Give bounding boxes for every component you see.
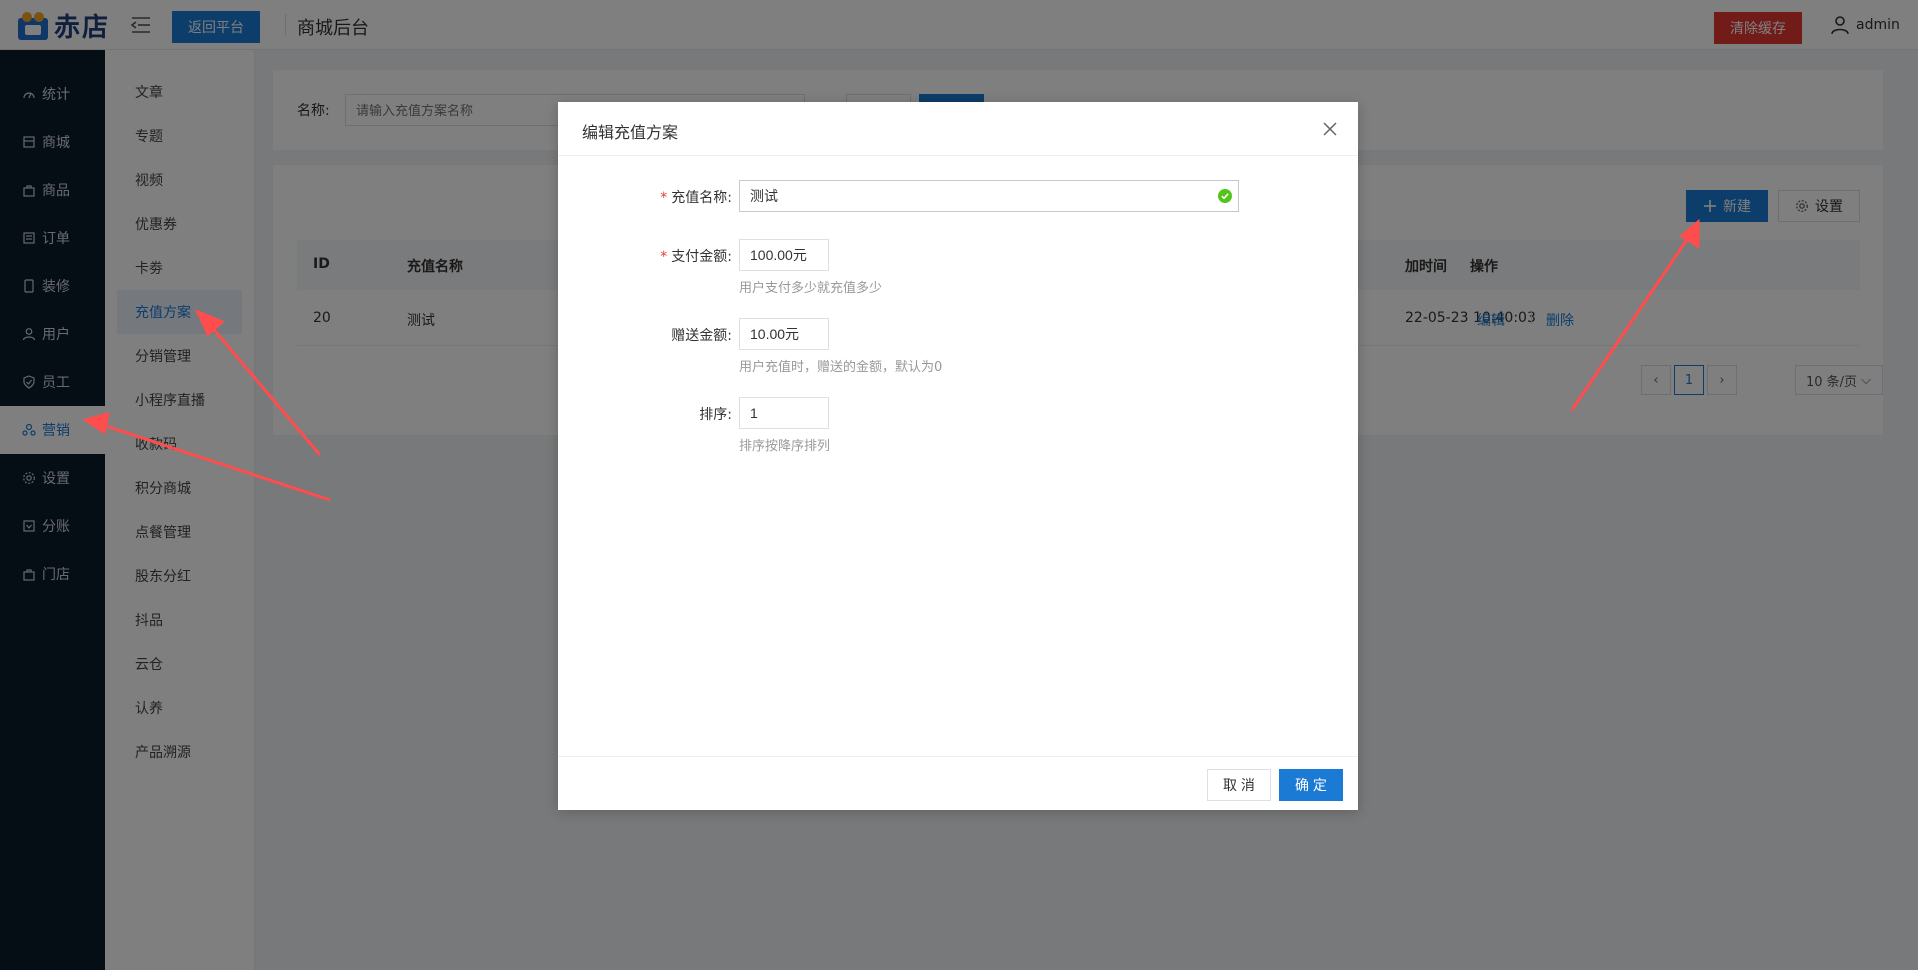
cancel-button[interactable]: 取 消 (1207, 769, 1271, 801)
check-circle-icon (1218, 189, 1232, 203)
gift-label: 赠送金额: (671, 328, 732, 344)
required-mark: * (660, 249, 668, 265)
sort-input[interactable] (739, 397, 829, 429)
pay-help-text: 用户支付多少就充值多少 (739, 281, 883, 296)
dialog-footer: 取 消 确 定 (558, 756, 1358, 810)
gift-help-text: 用户充值时，赠送的金额，默认为0 (739, 360, 943, 375)
gift-amount-input[interactable] (739, 318, 829, 350)
required-mark: * (660, 190, 668, 206)
dialog-header: 编辑充值方案 (558, 102, 1358, 156)
recharge-name-input[interactable] (739, 180, 1239, 212)
confirm-button[interactable]: 确 定 (1279, 769, 1343, 801)
pay-amount-input[interactable] (739, 239, 829, 271)
sort-label: 排序: (699, 407, 732, 423)
sort-help-text: 排序按降序排列 (739, 439, 831, 454)
edit-recharge-plan-dialog: 编辑充值方案 *充值名称: *支付金额: 用户支付多少就充值多少 赠送金额: 用… (558, 102, 1358, 810)
close-icon[interactable] (1320, 119, 1340, 139)
dialog-title: 编辑充值方案 (582, 123, 679, 142)
pay-label: 支付金额: (671, 249, 732, 265)
name-label: 充值名称: (671, 190, 732, 206)
